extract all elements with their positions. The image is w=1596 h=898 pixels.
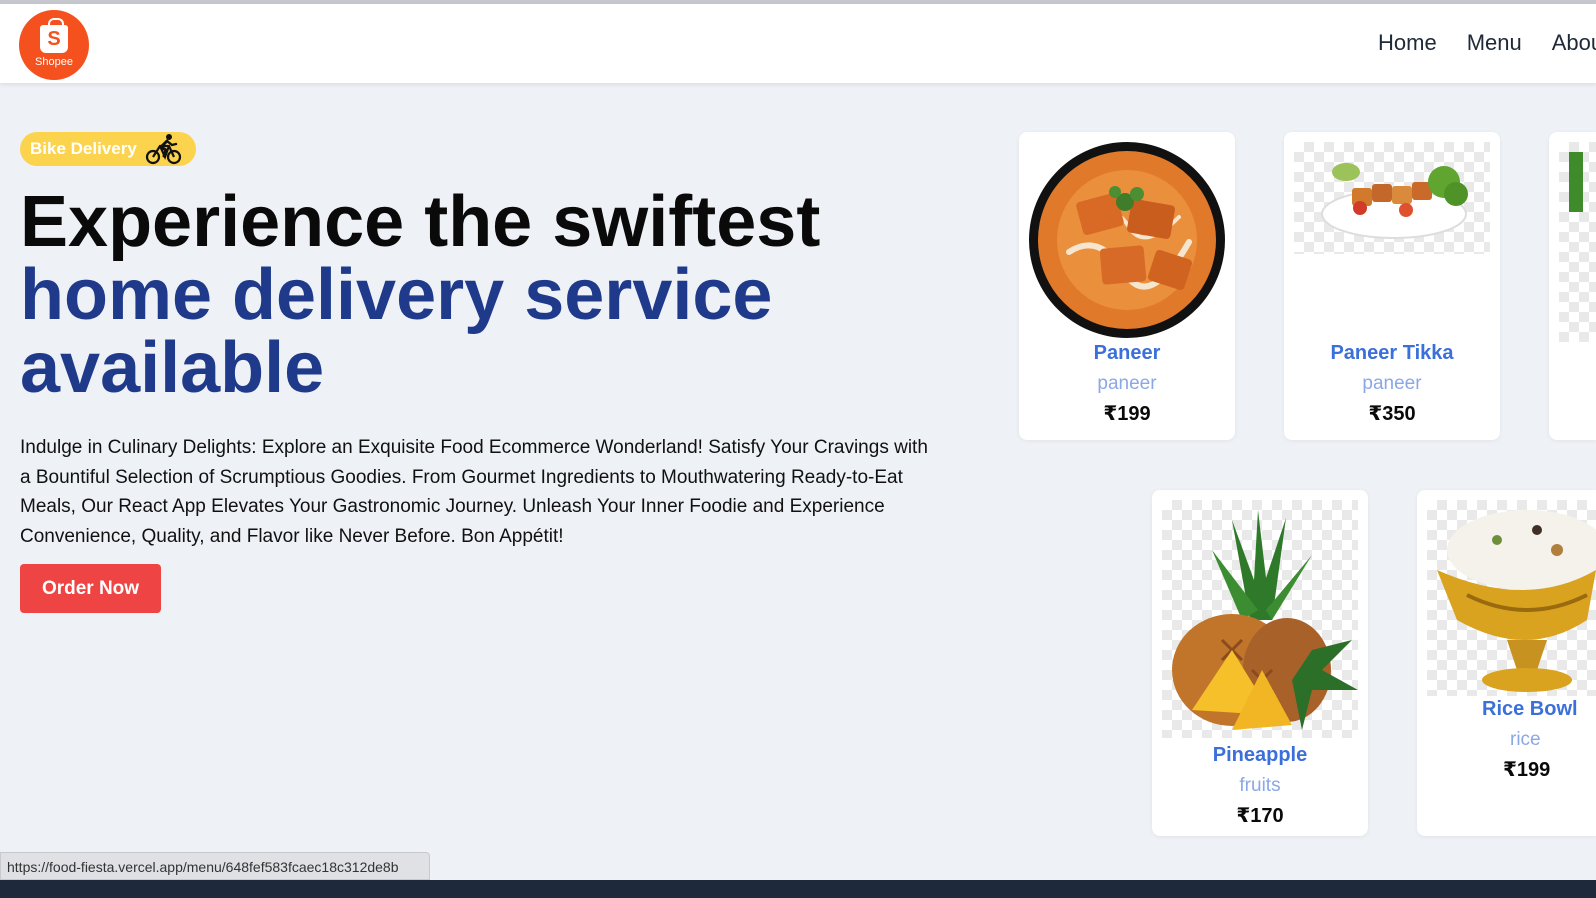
logo-letter: S <box>47 27 61 50</box>
card-category: paneer <box>1097 373 1157 394</box>
bike-delivery-badge: Bike Delivery <box>20 132 196 166</box>
nav-menu[interactable]: Menu <box>1467 30 1522 56</box>
status-bar-url: https://food-fiesta.vercel.app/menu/648f… <box>0 852 430 880</box>
badge-label: Bike Delivery <box>30 139 137 158</box>
card-price: ₹350 <box>1368 403 1416 425</box>
order-now-button[interactable]: Order Now <box>20 564 161 613</box>
card-price: ₹170 <box>1236 805 1284 827</box>
card-price: ₹199 <box>1103 403 1151 425</box>
shopee-logo[interactable]: S Shopee <box>19 10 89 80</box>
hero-title: Experience the swiftest home delivery se… <box>20 186 980 405</box>
bicycle-rider-icon <box>145 134 181 165</box>
taskbar-edge <box>0 880 1596 898</box>
card-name: Paneer Tikka <box>1330 342 1454 364</box>
product-card-paneer[interactable]: Paneer paneer ₹199 <box>1019 132 1235 440</box>
card-price: ₹199 <box>1503 759 1551 781</box>
food-image <box>1559 142 1596 342</box>
rice-bowl-image <box>1427 500 1596 696</box>
card-name: Paneer <box>1093 342 1161 364</box>
navbar: S Shopee Home Menu About Us <box>0 4 1596 83</box>
product-card-pineapple[interactable]: Pineapple fruits ₹170 <box>1152 490 1368 836</box>
hero-title-line-3: available <box>20 328 325 408</box>
product-card-paneer-tikka[interactable]: Paneer Tikka paneer ₹350 <box>1284 132 1500 440</box>
hero-description: Indulge in Culinary Delights: Explore an… <box>20 437 928 547</box>
shopping-bag-icon: S <box>40 17 68 53</box>
product-card-partial[interactable] <box>1549 132 1596 440</box>
card-name: Pineapple <box>1212 744 1308 766</box>
card-category: rice <box>1510 729 1541 750</box>
nav-links: Home Menu About Us <box>1378 30 1596 56</box>
nav-about[interactable]: About Us <box>1552 30 1596 56</box>
paneer-tikka-image <box>1294 142 1490 254</box>
card-category: fruits <box>1239 775 1281 796</box>
hero-title-line-2: home delivery service <box>20 255 773 335</box>
nav-home[interactable]: Home <box>1378 30 1437 56</box>
logo-text: Shopee <box>35 55 73 68</box>
card-category: paneer <box>1362 373 1422 394</box>
pineapple-image <box>1162 500 1358 738</box>
product-card-rice-bowl[interactable]: Rice Bowl rice ₹199 <box>1417 490 1596 836</box>
paneer-curry-image <box>1029 142 1225 338</box>
hero-title-line-1: Experience the swiftest <box>20 182 821 262</box>
card-name: Rice Bowl <box>1482 698 1578 720</box>
